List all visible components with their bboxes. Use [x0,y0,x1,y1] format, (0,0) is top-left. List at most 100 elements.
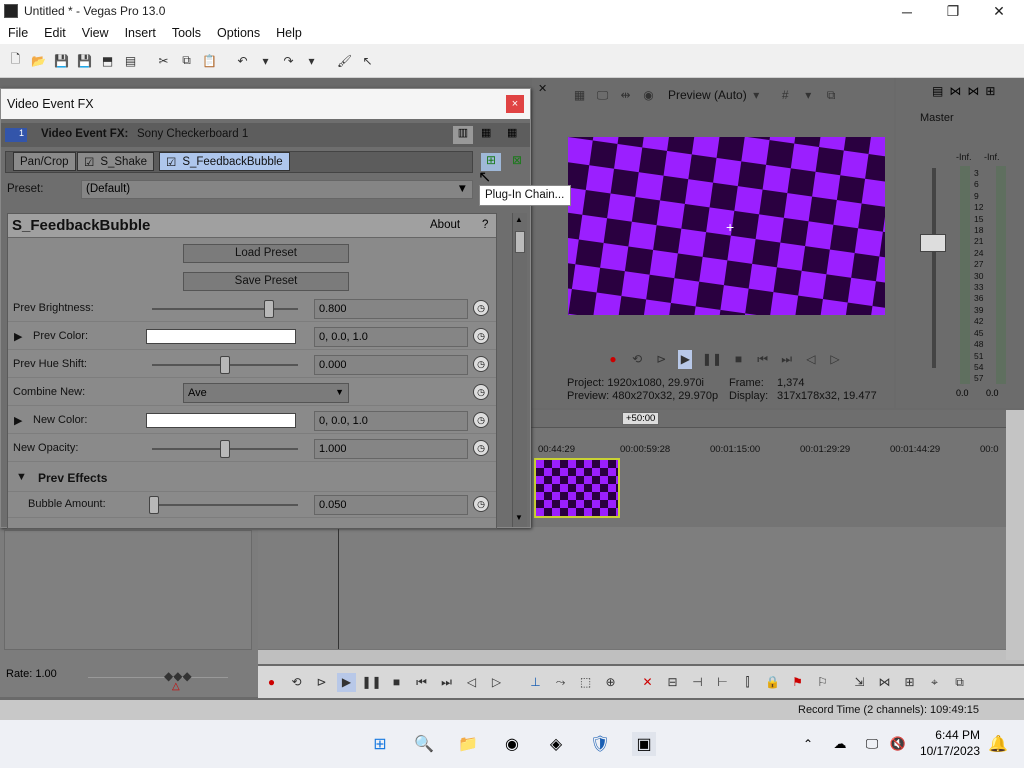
video-event-clip[interactable] [534,458,620,518]
split-screen-icon[interactable]: ⇹ [616,86,635,105]
network-icon[interactable]: 🖵 [860,732,884,756]
animate-clock-icon[interactable]: ◷ [473,356,489,372]
ignore-grouping-icon[interactable]: ⧉ [950,673,969,692]
preview-quality-icon[interactable]: ◉ [639,86,658,105]
menu-view[interactable]: View [74,26,117,40]
view-double-icon[interactable]: ▦ [481,126,491,139]
copy-icon[interactable]: ⧉ [177,51,196,70]
preview-mode-dropdown-icon[interactable]: ▾ [747,86,766,105]
save-preset-button[interactable]: Save Preset [183,272,349,291]
envelope-tool-icon[interactable]: ⤳ [551,673,570,692]
color-swatch[interactable] [146,329,296,344]
pause-icon[interactable]: ❚❚ [702,350,722,369]
render-icon[interactable]: ⬒ [98,51,117,70]
lock-icon[interactable]: 🔒 [763,673,782,692]
menu-insert[interactable]: Insert [117,26,164,40]
slider-thumb[interactable] [220,440,230,458]
clock-time[interactable]: 6:44 PM [918,728,980,742]
param-value[interactable]: 1.000 [314,439,468,459]
tl-stop-icon[interactable]: ■ [387,673,406,692]
file-explorer-icon[interactable]: 📁 [456,732,480,756]
undo-icon[interactable]: ↶ [233,51,252,70]
lock-envelopes-icon[interactable]: ⌖ [925,673,944,692]
normal-edit-tool-icon[interactable]: ⊥ [526,673,545,692]
properties-icon[interactable]: ▤ [121,51,140,70]
master-fader-handle[interactable] [920,234,946,252]
menu-edit[interactable]: Edit [36,26,74,40]
clock-date[interactable]: 10/17/2023 [918,744,980,758]
vegas-taskbar-icon[interactable]: ▣ [632,732,656,756]
overlays-icon[interactable]: # [776,86,795,105]
brush-icon[interactable]: 🖌 [335,51,354,70]
loop-icon[interactable]: ⟲ [630,350,644,369]
timeline-scrollbar[interactable] [258,650,1024,664]
timeline-vscroll[interactable] [1006,410,1024,660]
stop-icon[interactable]: ■ [731,350,745,369]
color-swatch[interactable] [146,413,296,428]
minimize-button[interactable]: ─ [884,0,930,23]
redo-icon[interactable]: ↷ [279,51,298,70]
scroll-down-icon[interactable]: ▼ [515,513,523,522]
scroll-thumb[interactable] [515,231,525,253]
chain-s-shake[interactable]: ☑ S_Shake [77,152,154,171]
menu-options[interactable]: Options [209,26,268,40]
tl-go-end-icon[interactable]: ⏭ [437,673,456,692]
combine-new-select[interactable]: Ave ▼ [183,383,349,403]
master-fx-icon[interactable]: ⋈ [949,84,961,100]
chain-pancrop[interactable]: Pan/Crop [13,152,76,171]
load-preset-button[interactable]: Load Preset [183,244,349,263]
help-button[interactable]: ? [482,219,488,231]
region-icon[interactable]: ⚐ [813,673,832,692]
about-button[interactable]: About [430,219,460,231]
app-icon-taskbar[interactable]: ◈ [544,732,568,756]
go-start-icon[interactable]: ⏮ [756,350,770,369]
expand-arrow-icon[interactable]: ▶ [14,414,22,427]
play-icon[interactable]: ▶ [678,349,693,369]
redo-dropdown-icon[interactable]: ▾ [302,51,321,70]
animate-clock-icon[interactable]: ◷ [473,496,489,512]
cut-icon[interactable]: ✂ [154,51,173,70]
preset-select[interactable]: (Default) ▼ [81,180,473,199]
security-icon[interactable]: 🛡 [588,732,612,756]
search-icon[interactable]: 🔍 [412,732,436,756]
tl-loop-icon[interactable]: ⟲ [287,673,306,692]
fx-close-button[interactable]: × [506,95,524,113]
collapse-arrow-icon[interactable]: ▼ [16,471,27,483]
param-value[interactable]: 0.000 [314,355,468,375]
prev-frame-icon[interactable]: ◁ [804,350,818,369]
tray-chevron-icon[interactable]: ⌃ [796,732,820,756]
tl-pause-icon[interactable]: ❚❚ [361,673,381,692]
whats-this-icon[interactable]: ↖ [358,51,377,70]
chain-s-feedbackbubble[interactable]: ☑ S_FeedbackBubble [159,152,290,171]
start-icon[interactable]: ⊞ [368,732,392,756]
auto-ripple-icon[interactable]: ⊞ [900,673,919,692]
tl-prev-frame-icon[interactable]: ◁ [462,673,481,692]
master-routing-icon[interactable]: ⊞ [985,84,995,100]
param-slider[interactable] [152,308,298,310]
overlays-dropdown-icon[interactable]: ▾ [799,86,818,105]
open-icon[interactable]: 📂 [29,51,48,70]
undo-dropdown-icon[interactable]: ▾ [256,51,275,70]
param-value[interactable]: 0, 0.0, 1.0 [314,411,468,431]
animate-clock-icon[interactable]: ◷ [473,384,489,400]
tl-go-start-icon[interactable]: ⏮ [412,673,431,692]
marker-icon[interactable]: ⚑ [788,673,807,692]
notifications-icon[interactable]: 🔔 [986,732,1010,756]
param-value[interactable]: 0, 0.0, 1.0 [314,327,468,347]
trim-icon[interactable]: ⊟ [663,673,682,692]
delete-icon[interactable]: ✕ [638,673,657,692]
go-end-icon[interactable]: ⏭ [780,350,794,369]
preview-properties-icon[interactable]: ▦ [570,86,589,105]
expand-arrow-icon[interactable]: ▶ [14,330,22,343]
split-icon[interactable]: ⫿ [738,673,757,692]
external-monitor-icon[interactable]: 🖵 [593,86,612,105]
menu-tools[interactable]: Tools [164,26,209,40]
play-from-start-icon[interactable]: ⊳ [654,350,668,369]
save-icon[interactable]: 💾 [52,51,71,70]
next-frame-icon[interactable]: ▷ [828,350,842,369]
zoom-tool-icon[interactable]: ⊕ [601,673,620,692]
animate-clock-icon[interactable]: ◷ [473,328,489,344]
chrome-icon[interactable]: ◉ [500,732,524,756]
menu-file[interactable]: File [0,26,36,40]
tl-record-icon[interactable]: ● [262,673,281,692]
